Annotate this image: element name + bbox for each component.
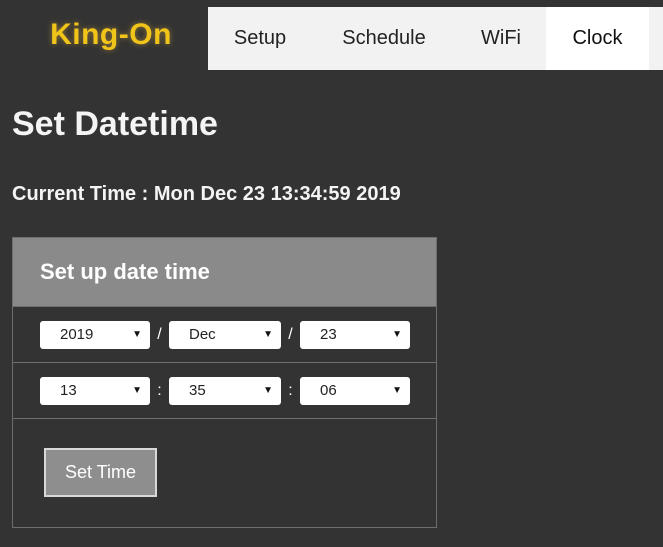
chevron-down-icon: ▼ (132, 328, 142, 340)
time-separator: : (157, 381, 162, 399)
panel-footer: Set Time (13, 418, 436, 528)
chevron-down-icon: ▼ (132, 384, 142, 396)
chevron-down-icon: ▼ (392, 384, 402, 396)
time-separator: : (288, 381, 293, 399)
current-time-value: Mon Dec 23 13:34:59 2019 (153, 183, 401, 205)
set-time-button[interactable]: Set Time (44, 448, 157, 497)
year-select[interactable]: 2019 ▼ (40, 320, 150, 349)
hour-value: 13 (60, 382, 77, 399)
tab-overflow-edge[interactable] (649, 7, 663, 70)
date-row: 2019 ▼ / Dec ▼ / 23 ▼ (13, 306, 436, 362)
page-title: Set Datetime (12, 105, 218, 143)
current-time-label: Current Time : (12, 183, 149, 205)
year-value: 2019 (60, 326, 94, 343)
month-select[interactable]: Dec ▼ (169, 320, 281, 349)
chevron-down-icon: ▼ (263, 384, 273, 396)
date-separator: / (157, 325, 162, 343)
second-select[interactable]: 06 ▼ (300, 376, 410, 405)
tab-schedule[interactable]: Schedule (312, 7, 456, 70)
date-separator: / (288, 325, 293, 343)
day-select[interactable]: 23 ▼ (300, 320, 410, 349)
hour-select[interactable]: 13 ▼ (40, 376, 150, 405)
chevron-down-icon: ▼ (392, 328, 402, 340)
brand-logo[interactable]: King-On (14, 0, 208, 70)
tab-setup[interactable]: Setup (208, 7, 312, 70)
minute-value: 35 (189, 382, 206, 399)
month-value: Dec (189, 326, 216, 343)
current-time: Current Time : Mon Dec 23 13:34:59 2019 (12, 183, 401, 206)
panel-header: Set up date time (13, 238, 436, 306)
chevron-down-icon: ▼ (263, 328, 273, 340)
day-value: 23 (320, 326, 337, 343)
time-row: 13 ▼ : 35 ▼ : 06 ▼ (13, 362, 436, 418)
minute-select[interactable]: 35 ▼ (169, 376, 281, 405)
tab-wifi[interactable]: WiFi (456, 7, 546, 70)
second-value: 06 (320, 382, 337, 399)
tab-clock[interactable]: Clock (546, 7, 649, 70)
datetime-panel: Set up date time 2019 ▼ / Dec ▼ / 23 ▼ 1… (12, 237, 437, 528)
top-navbar: King-On Setup Schedule WiFi Clock (0, 0, 663, 70)
